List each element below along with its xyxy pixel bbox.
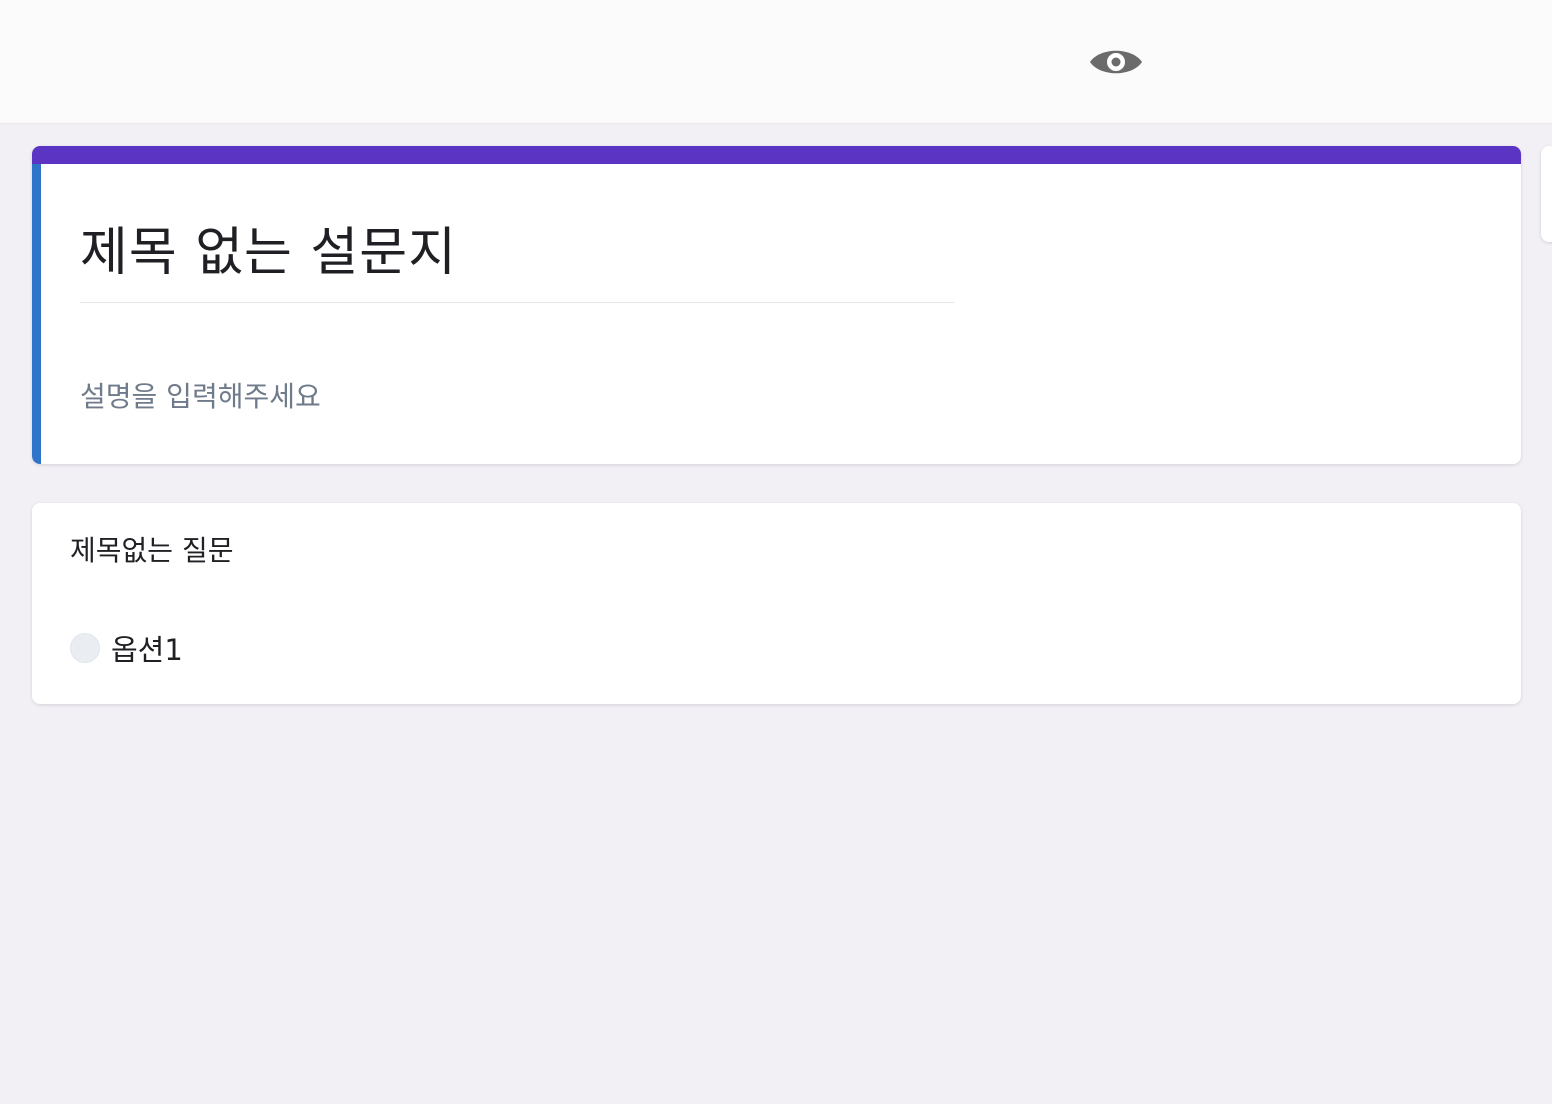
form-header-card[interactable]: 제목 없는 설문지 설명을 입력해주세요 (32, 146, 1521, 464)
floating-toolbar[interactable] (1541, 146, 1552, 242)
theme-accent-bar (32, 146, 1521, 164)
form-description-input[interactable]: 설명을 입력해주세요 (80, 375, 321, 415)
form-title[interactable]: 제목 없는 설문지 (80, 210, 457, 285)
eye-icon (1090, 50, 1142, 74)
radio-button[interactable] (70, 633, 100, 663)
option-row[interactable]: 옵션1 (70, 627, 183, 669)
question-title[interactable]: 제목없는 질문 (70, 529, 233, 569)
top-bar (0, 0, 1552, 124)
preview-button[interactable] (1086, 40, 1146, 84)
question-card[interactable]: 제목없는 질문 옵션1 (32, 503, 1521, 704)
option-label[interactable]: 옵션1 (111, 627, 183, 669)
selected-indicator (32, 164, 41, 464)
title-underline (80, 302, 954, 303)
